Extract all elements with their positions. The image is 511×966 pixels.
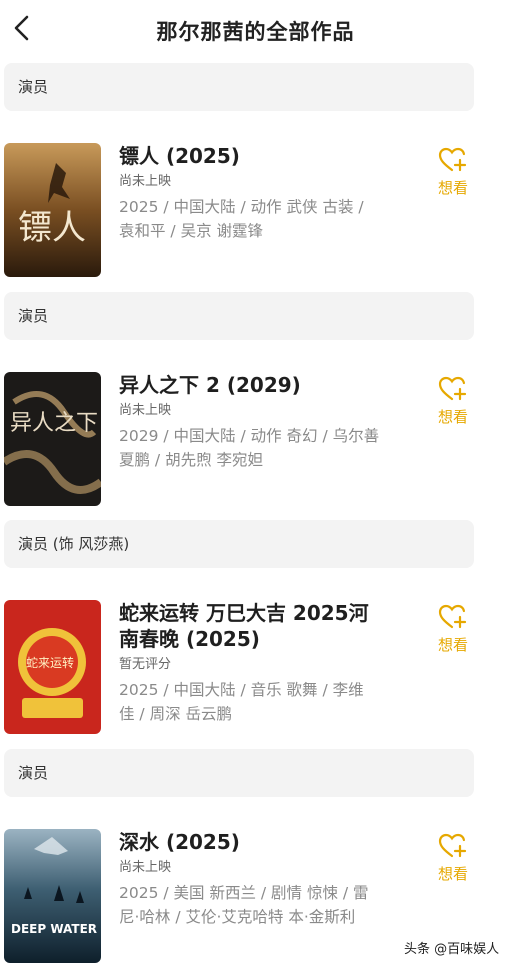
work-meta-line: 尼·哈林 / 艾伦·艾克哈特 本·金斯利 (119, 908, 356, 926)
want-label: 想看 (437, 636, 468, 654)
work-status: 尚未上映 (119, 403, 172, 418)
work-meta-line: 2025 / 中国大陆 / 音乐 歌舞 / 李维 (119, 681, 364, 699)
role-bar: 演员 (4, 292, 474, 340)
work-meta-line: 袁和平 / 吴京 谢霆锋 (119, 222, 264, 240)
poster-yiren[interactable]: 异人之下 (4, 372, 101, 506)
role-bar: 演员 (4, 63, 474, 111)
header: 那尔那茜的全部作品 (0, 0, 511, 56)
role-bar: 演员 (4, 749, 474, 797)
watermark: 头条 @百味娱人 (404, 942, 500, 957)
role-bar: 演员 (饰 风莎燕) (4, 520, 474, 568)
work-meta-line: 2025 / 中国大陆 / 动作 武侠 古装 / (119, 198, 364, 216)
work-info: 镖人 (2025) 尚未上映 2025 / 中国大陆 / 动作 武侠 古装 / … (119, 143, 409, 243)
poster-title-text: 镖人 (18, 208, 86, 248)
work-info: 深水 (2025) 尚未上映 2025 / 美国 新西兰 / 剧情 惊悚 / 雷… (119, 829, 409, 929)
poster-chunwan[interactable]: 蛇来运转 (4, 600, 101, 734)
poster-title-text: 蛇来运转 (26, 655, 74, 670)
work-title[interactable]: 镖人 (2025) (119, 143, 409, 169)
work-status: 暂无评分 (119, 657, 172, 672)
poster-title-text: DEEP WATER (11, 922, 97, 936)
work-card-chunwan[interactable]: 蛇来运转 蛇来运转 万巳大吉 2025河 南春晚 (2025) 暂无评分 202… (0, 600, 511, 740)
work-meta-line: 2025 / 美国 新西兰 / 剧情 惊悚 / 雷 (119, 884, 369, 902)
heart-plus-icon (430, 604, 476, 630)
work-status: 尚未上映 (119, 860, 172, 875)
work-title[interactable]: 深水 (2025) (119, 829, 409, 855)
poster-deepwater[interactable]: DEEP WATER (4, 829, 101, 963)
poster-title-text: 异人之下 (10, 411, 98, 436)
want-label: 想看 (437, 865, 468, 883)
work-card-yiren[interactable]: 异人之下 异人之下 2 (2029) 尚未上映 2029 / 中国大陆 / 动作… (0, 372, 511, 512)
work-info: 异人之下 2 (2029) 尚未上映 2029 / 中国大陆 / 动作 奇幻 /… (119, 372, 409, 472)
want-to-watch-button[interactable]: 想看 (430, 376, 476, 432)
work-title-line: 南春晚 (2025) (119, 627, 260, 651)
work-title-line: 蛇来运转 万巳大吉 2025河 (119, 601, 369, 625)
heart-plus-icon (430, 376, 476, 402)
want-to-watch-button[interactable]: 想看 (430, 147, 476, 203)
work-card-biaoren[interactable]: 镖人 镖人 (2025) 尚未上映 2025 / 中国大陆 / 动作 武侠 古装… (0, 143, 511, 283)
work-info: 蛇来运转 万巳大吉 2025河 南春晚 (2025) 暂无评分 2025 / 中… (119, 600, 409, 726)
work-meta: 2025 / 中国大陆 / 音乐 歌舞 / 李维 佳 / 周深 岳云鹏 (119, 678, 409, 726)
want-label: 想看 (437, 179, 468, 197)
heart-plus-icon (430, 147, 476, 173)
work-title[interactable]: 异人之下 2 (2029) (119, 372, 409, 398)
work-meta-line: 佳 / 周深 岳云鹏 (119, 705, 233, 723)
poster-biaoren[interactable]: 镖人 (4, 143, 101, 277)
heart-plus-icon (430, 833, 476, 859)
work-meta: 2025 / 美国 新西兰 / 剧情 惊悚 / 雷 尼·哈林 / 艾伦·艾克哈特… (119, 881, 409, 929)
page-title: 那尔那茜的全部作品 (156, 20, 355, 44)
work-title[interactable]: 蛇来运转 万巳大吉 2025河 南春晚 (2025) (119, 600, 409, 652)
want-to-watch-button[interactable]: 想看 (430, 604, 476, 660)
work-meta-line: 夏鹏 / 胡先煦 李宛妲 (119, 451, 264, 469)
work-meta: 2029 / 中国大陆 / 动作 奇幻 / 乌尔善 夏鹏 / 胡先煦 李宛妲 (119, 424, 409, 472)
work-status: 尚未上映 (119, 174, 172, 189)
work-meta-line: 2029 / 中国大陆 / 动作 奇幻 / 乌尔善 (119, 427, 380, 445)
work-meta: 2025 / 中国大陆 / 动作 武侠 古装 / 袁和平 / 吴京 谢霆锋 (119, 195, 409, 243)
want-to-watch-button[interactable]: 想看 (430, 833, 476, 889)
want-label: 想看 (437, 408, 468, 426)
